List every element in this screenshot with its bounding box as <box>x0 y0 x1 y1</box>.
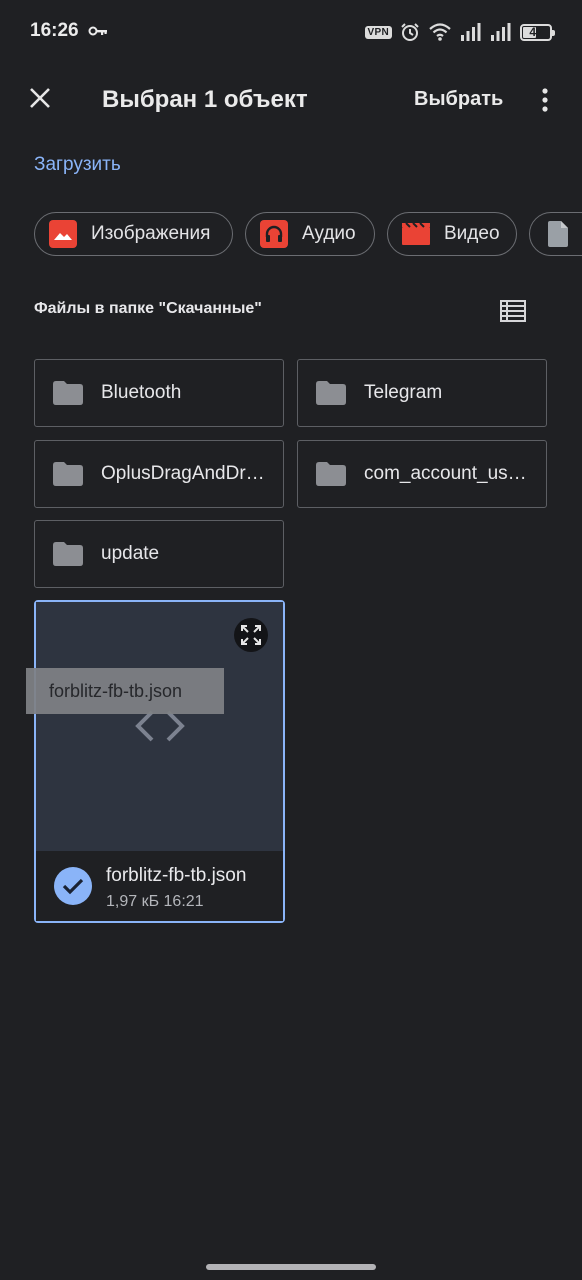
chip-documents[interactable] <box>529 212 582 256</box>
folder-icon <box>53 381 83 405</box>
expand-preview-button[interactable] <box>234 618 268 652</box>
chip-images[interactable]: Изображения <box>34 212 233 256</box>
folder-label: com_account_usage <box>364 463 529 484</box>
gesture-nav-handle[interactable] <box>206 1264 376 1270</box>
chip-label: Изображения <box>91 223 211 244</box>
folder-update[interactable]: update <box>34 520 284 588</box>
signal-icon-2 <box>491 23 511 41</box>
list-view-button[interactable] <box>498 296 528 326</box>
folder-bluetooth[interactable]: Bluetooth <box>34 359 284 427</box>
status-bar: 16:26 VPN 48 <box>0 0 582 64</box>
document-icon <box>544 220 572 248</box>
image-icon <box>49 220 77 248</box>
wifi-icon <box>429 23 451 41</box>
key-icon <box>88 26 107 36</box>
file-preview <box>36 602 283 851</box>
folder-icon <box>316 462 346 486</box>
close-icon <box>30 88 50 108</box>
file-meta: 1,97 кБ 16:21 <box>106 893 204 910</box>
folder-icon <box>316 381 346 405</box>
chip-audio[interactable]: Аудио <box>245 212 375 256</box>
close-button[interactable] <box>20 78 60 118</box>
folder-telegram[interactable]: Telegram <box>297 359 547 427</box>
file-footer: forblitz-fb-tb.json 1,97 кБ 16:21 <box>36 851 283 921</box>
file-name-tooltip: forblitz-fb-tb.json <box>26 668 224 714</box>
folder-com-account-usage[interactable]: com_account_usage <box>297 440 547 508</box>
headphones-icon <box>260 220 288 248</box>
file-name: forblitz-fb-tb.json <box>106 865 247 886</box>
fullscreen-icon <box>241 625 261 645</box>
chip-label: Видео <box>444 223 500 244</box>
folder-label: update <box>101 543 160 564</box>
signal-icon <box>461 23 481 41</box>
list-view-icon <box>500 300 526 322</box>
folder-label: Bluetooth <box>101 382 182 403</box>
more-vert-icon <box>542 88 548 112</box>
section-title: Файлы в папке "Скачанные" <box>34 300 262 317</box>
vpn-badge: VPN <box>364 25 392 39</box>
folder-icon <box>53 542 83 566</box>
select-button[interactable]: Выбрать <box>406 86 511 113</box>
page-title: Выбран 1 объект <box>102 86 308 113</box>
alarm-icon <box>401 23 419 41</box>
battery-icon: 48 <box>520 23 555 41</box>
folder-label: Telegram <box>364 382 443 403</box>
folder-label: OplusDragAndDrop <box>101 463 266 484</box>
checkmark-icon[interactable] <box>54 867 92 905</box>
chip-video[interactable]: Видео <box>387 212 517 256</box>
status-icons: VPN 48 <box>364 20 555 44</box>
status-time: 16:26 <box>30 20 79 41</box>
battery-level: 48 <box>529 25 543 39</box>
folder-icon <box>53 462 83 486</box>
more-options-button[interactable] <box>530 82 560 118</box>
file-card[interactable]: forblitz-fb-tb.json 1,97 кБ 16:21 <box>34 600 285 923</box>
upload-link[interactable]: Загрузить <box>34 154 121 176</box>
chip-label: Аудио <box>302 223 356 244</box>
category-chips: Изображения Аудио Видео <box>34 212 582 258</box>
app-bar: Выбран 1 объект Выбрать <box>0 64 582 136</box>
video-icon <box>402 220 430 248</box>
folder-oplusdraganddrop[interactable]: OplusDragAndDrop <box>34 440 284 508</box>
